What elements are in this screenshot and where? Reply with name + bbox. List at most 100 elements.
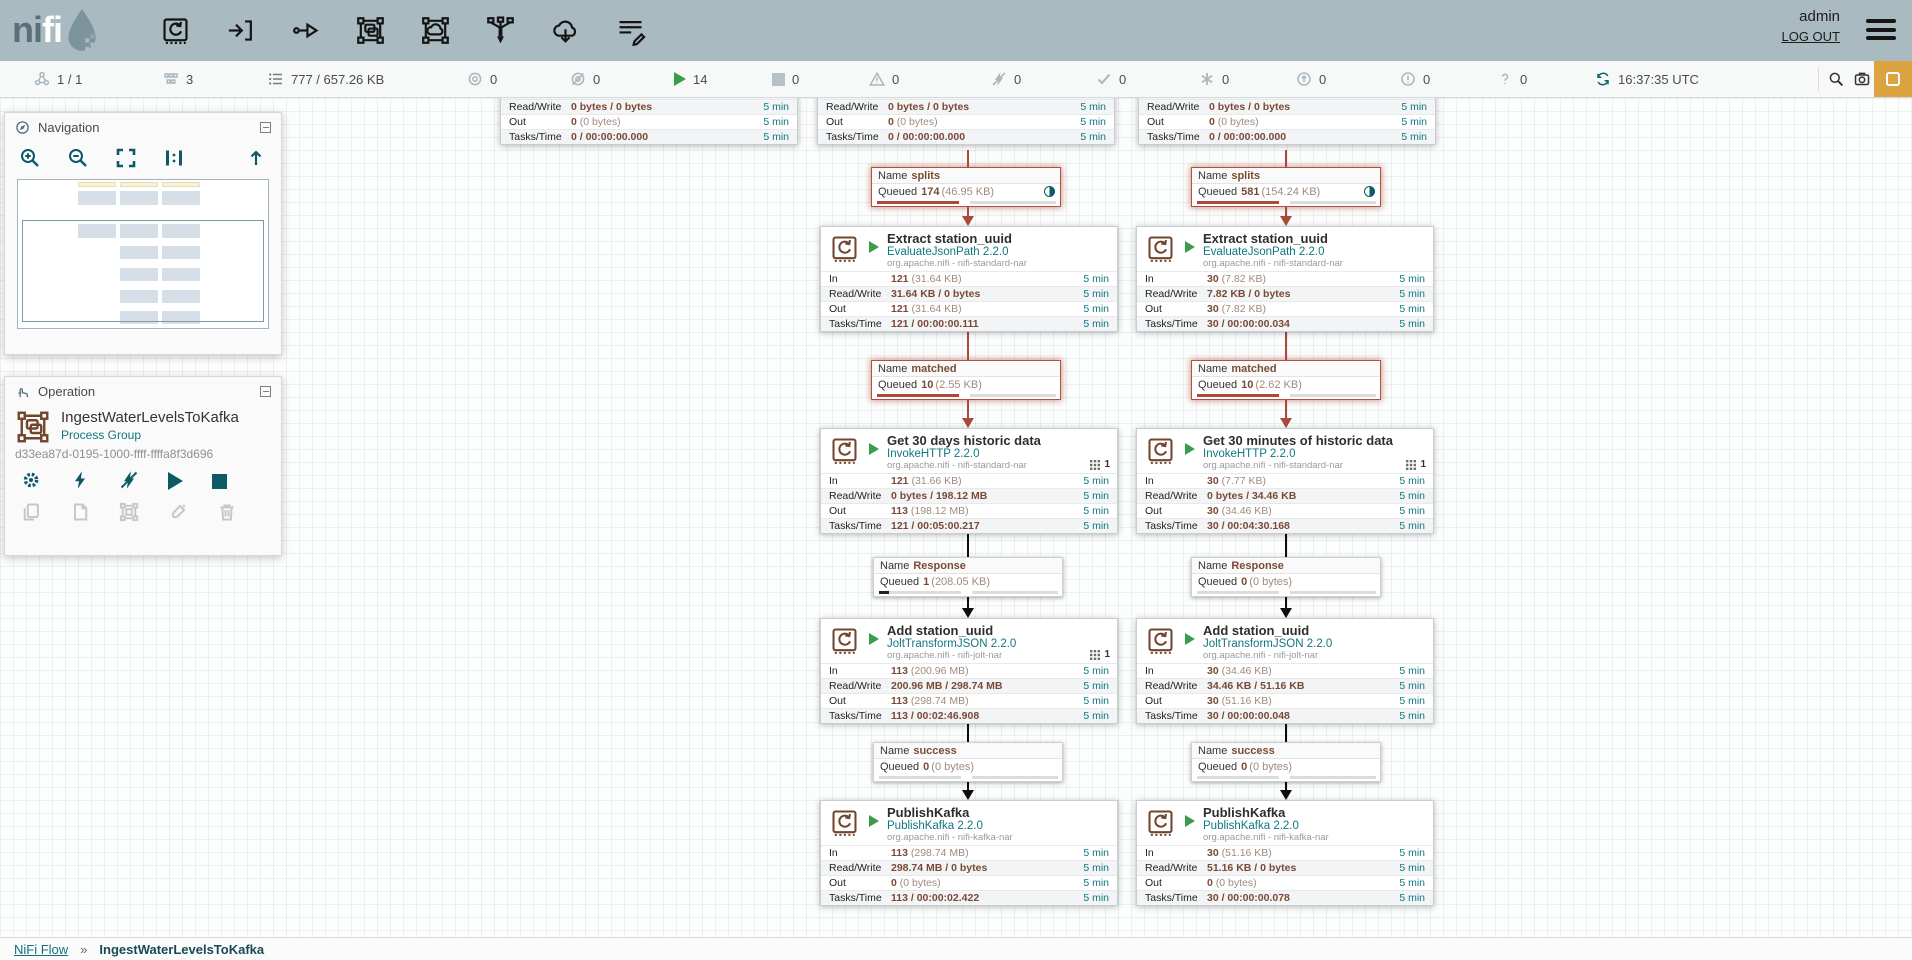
stat-value: 30 / 00:04:30.168 <box>1207 520 1290 532</box>
connection-label-response[interactable]: NameResponse Queued1(208.05 KB) <box>873 557 1063 597</box>
stat-value: 0 / 00:00:00.000 <box>888 131 965 143</box>
stat-window: 5 min <box>1389 273 1433 285</box>
connection-label-matched[interactable]: Namematched Queued10(2.55 KB) <box>871 360 1061 400</box>
disable-button[interactable] <box>119 470 139 490</box>
stat-label: In <box>821 847 891 859</box>
connection-name-label: Name <box>878 170 907 182</box>
stat-window: 5 min <box>1389 288 1433 300</box>
minimap-viewport[interactable] <box>22 220 264 322</box>
start-button[interactable] <box>168 472 183 490</box>
stat-window: 5 min <box>1389 710 1433 722</box>
stat-window: 5 min <box>753 116 797 128</box>
stat-window: 5 min <box>1073 520 1117 532</box>
processor-get-30-minutes[interactable]: Get 30 minutes of historic data InvokeHT… <box>1136 428 1434 534</box>
processor-type-icon <box>1145 807 1176 838</box>
stat-value: 30 <box>1207 695 1219 707</box>
running-icon <box>869 633 879 645</box>
processor-add-station-uuid[interactable]: Add station_uuid JoltTransformJSON 2.2.0… <box>820 618 1118 724</box>
minimap[interactable] <box>17 179 269 329</box>
running-icon <box>674 72 686 86</box>
nifi-droplet-icon <box>64 7 100 53</box>
processor-get-30-days[interactable]: Get 30 days historic data InvokeHTTP 2.2… <box>820 428 1118 534</box>
status-invalid: 0 <box>869 61 899 97</box>
connection-arrow <box>962 608 974 618</box>
status-stopped: 0 <box>772 61 799 97</box>
zoom-out-button[interactable] <box>67 147 89 169</box>
process-group-icon[interactable] <box>355 15 386 46</box>
connection-arrow <box>1280 418 1292 428</box>
status-locally-modified-stale: 0 <box>1400 61 1430 97</box>
connection-label-success[interactable]: Namesuccess Queued0(0 bytes) <box>873 742 1063 782</box>
orange-corner-button[interactable] <box>1874 61 1912 97</box>
operation-title: Operation <box>38 384 95 399</box>
processor-type-icon <box>1145 435 1176 466</box>
stat-value: 30 / 00:00:00.034 <box>1207 318 1290 330</box>
group-button[interactable] <box>119 502 139 522</box>
connection-label-response[interactable]: NameResponse Queued0(0 bytes) <box>1191 557 1381 597</box>
stat-value: 121 <box>891 273 909 285</box>
refresh-icon[interactable] <box>1595 71 1611 87</box>
processor-extract-station-uuid[interactable]: Extract station_uuid EvaluateJsonPath 2.… <box>1136 226 1434 332</box>
stat-window: 5 min <box>1073 288 1117 300</box>
stat-size: (31.64 KB) <box>911 273 961 285</box>
queued-size: (0 bytes) <box>1249 576 1292 588</box>
remote-process-group-icon[interactable] <box>420 15 451 46</box>
stat-value: 30 / 00:00:00.078 <box>1207 892 1290 904</box>
stat-label: In <box>1137 847 1207 859</box>
connection-label-splits[interactable]: Namesplits Queued581(154.24 KB) <box>1191 167 1381 207</box>
stat-size: (200.96 MB) <box>911 665 969 677</box>
processor-title: Extract station_uuid <box>1203 227 1433 246</box>
processor-extract-station-uuid[interactable]: Extract station_uuid EvaluateJsonPath 2.… <box>820 226 1118 332</box>
paste-button[interactable] <box>70 502 90 522</box>
connection-name: Response <box>1231 560 1284 572</box>
stat-size: (34.46 KB) <box>1222 665 1272 677</box>
connection-label-splits[interactable]: Namesplits Queued174(46.95 KB) <box>871 167 1061 207</box>
stop-button[interactable] <box>212 474 227 489</box>
processor-partial[interactable]: Read/Write0 bytes / 0 bytes 5 min Out0 (… <box>500 98 798 145</box>
navigation-title: Navigation <box>38 120 99 135</box>
stat-label: Read/Write <box>501 101 571 113</box>
processor-partial[interactable]: Read/Write0 bytes / 0 bytes 5 min Out0 (… <box>817 98 1115 145</box>
logout-link[interactable]: LOG OUT <box>1781 29 1840 44</box>
statusbar-divider <box>1818 67 1819 91</box>
collapse-operation-icon[interactable] <box>260 386 271 397</box>
color-button[interactable] <box>168 502 188 522</box>
connection-label-matched[interactable]: Namematched Queued10(2.62 KB) <box>1191 360 1381 400</box>
enable-button[interactable] <box>70 470 90 490</box>
zoom-fit-button[interactable] <box>115 147 137 169</box>
funnel-icon[interactable] <box>485 15 516 46</box>
processor-icon[interactable] <box>160 15 191 46</box>
queued-label: Queued <box>880 576 919 588</box>
output-port-icon[interactable] <box>290 15 321 46</box>
queued-size: (208.05 KB) <box>931 576 990 588</box>
stat-label: Out <box>1137 877 1207 889</box>
connection-label-success[interactable]: Namesuccess Queued0(0 bytes) <box>1191 742 1381 782</box>
configure-button[interactable] <box>21 470 41 490</box>
flow-canvas[interactable]: Read/Write0 bytes / 0 bytes 5 min Out0 (… <box>0 98 1912 937</box>
processor-add-station-uuid[interactable]: Add station_uuid JoltTransformJSON 2.2.0… <box>1136 618 1434 724</box>
connection-name-label: Name <box>878 363 907 375</box>
stat-window: 5 min <box>1073 710 1117 722</box>
zoom-in-button[interactable] <box>19 147 41 169</box>
stat-size: (0 bytes) <box>1216 877 1257 889</box>
processor-partial[interactable]: Read/Write0 bytes / 0 bytes 5 min Out0 (… <box>1138 98 1436 145</box>
nav-up-button[interactable] <box>245 147 267 169</box>
collapse-navigation-icon[interactable] <box>260 122 271 133</box>
label-icon[interactable] <box>615 15 646 46</box>
breadcrumb-root-link[interactable]: NiFi Flow <box>14 942 68 957</box>
global-menu-icon[interactable] <box>1866 19 1896 45</box>
stat-label: Tasks/Time <box>1139 131 1209 143</box>
zoom-actual-button[interactable] <box>163 147 185 169</box>
status-stale: 0 <box>1296 61 1326 97</box>
running-icon <box>1185 633 1195 645</box>
stat-label: Out <box>1139 116 1209 128</box>
copy-button[interactable] <box>21 502 41 522</box>
processor-publishkafka[interactable]: PublishKafka PublishKafka 2.2.0 org.apac… <box>1136 800 1434 906</box>
input-port-icon[interactable] <box>225 15 256 46</box>
delete-button[interactable] <box>217 502 237 522</box>
camera-icon[interactable] <box>1854 61 1870 97</box>
processor-publishkafka[interactable]: PublishKafka PublishKafka 2.2.0 org.apac… <box>820 800 1118 906</box>
import-flow-icon[interactable] <box>550 15 581 46</box>
search-icon[interactable] <box>1828 61 1844 97</box>
stat-size: (7.82 KB) <box>1222 303 1266 315</box>
